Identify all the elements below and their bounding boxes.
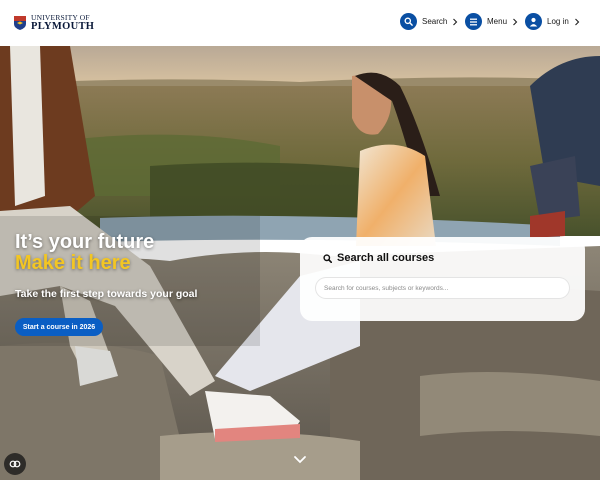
site-header: UNIVERSITY OF PLYMOUTH Search Menu Log i… — [0, 0, 600, 46]
user-icon — [525, 13, 542, 30]
chevron-down-icon[interactable] — [293, 455, 307, 465]
logo-text-line2: PLYMOUTH — [31, 20, 95, 32]
nav-search-label: Search — [422, 17, 448, 26]
search-icon — [323, 253, 332, 263]
search-icon — [400, 13, 417, 30]
start-course-button[interactable]: Start a course in 2026 — [15, 318, 103, 336]
nav-login-label: Log in — [547, 17, 569, 26]
hero-title-line1: It’s your future — [15, 231, 155, 253]
university-crest-icon — [14, 16, 26, 30]
chevron-right-icon — [453, 18, 458, 25]
cookie-settings-icon — [9, 460, 21, 468]
nav-search-button[interactable]: Search — [400, 13, 458, 30]
course-search-input[interactable] — [316, 278, 569, 298]
nav-menu-button[interactable]: Menu — [465, 13, 518, 30]
menu-icon — [465, 13, 482, 30]
nav-menu-label: Menu — [487, 17, 508, 26]
chevron-right-icon — [574, 18, 580, 25]
nav-login-button[interactable]: Log in — [525, 13, 580, 30]
cookie-settings-button[interactable] — [4, 453, 26, 475]
hero-subtitle: Take the first step towards your goal — [15, 288, 198, 300]
hero-title-line2: Make it here — [15, 252, 131, 274]
chevron-right-icon — [513, 18, 518, 25]
course-search-card: Search all courses — [300, 237, 585, 321]
course-search-heading: Search all courses — [323, 252, 434, 264]
university-logo[interactable]: UNIVERSITY OF PLYMOUTH — [14, 14, 94, 32]
hero-banner: It’s your future Make it here Take the f… — [0, 46, 600, 480]
course-search-title: Search all courses — [337, 252, 435, 264]
